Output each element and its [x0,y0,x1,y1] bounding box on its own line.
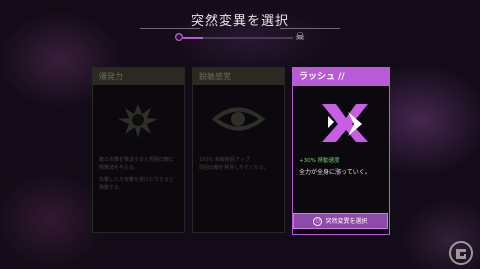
title-divider-right [280,28,340,29]
card-line: 攻撃したり攻撃を受けたりすると発動する。 [99,177,175,191]
title-divider-left [140,28,200,29]
select-mutation-button[interactable]: ○ 突然変異を選択 [293,213,388,229]
mutation-progress: ● ☠ [175,30,305,43]
card-stat: +30% 移動速度 [299,158,340,164]
card-line: 周囲の敵を発見しやすくなる。 [199,165,269,171]
mutation-card-explosive[interactable]: 爆発力 敵の攻撃を撃退すると周囲の敵に衝撃波を与える。 攻撃したり攻撃を受けたり… [92,67,185,233]
card-description: 全力が全身に漲っていく。 [299,169,371,176]
rush-icon [322,104,368,142]
eye-icon [211,107,266,131]
card-title: ラッシュ // [293,68,389,86]
explosion-icon [118,104,158,138]
mutation-card-rush[interactable]: ラッシュ // +30% 移動速度 全力が全身に漲っていく。 [292,67,390,235]
card-line: 100% 索敵範囲アップ [199,157,250,163]
card-description: 100% 索敵範囲アップ 周囲の敵を発見しやすくなる。 [199,156,278,172]
progress-start-icon: ● [175,33,183,41]
card-title: 鋭敏感覚 [193,68,284,85]
select-button-label: 突然変異を選択 [325,218,368,225]
card-description: 敵の攻撃を撃退すると周囲の敵に衝撃波を与える。 攻撃したり攻撃を受けたりすると発… [99,156,178,192]
skull-icon: ☠ [295,30,305,43]
mutation-card-senses[interactable]: 鋭敏感覚 100% 索敵範囲アップ 周囲の敵を発見しやすくなる。 [192,67,285,233]
title-bar: 突然変異を選択 [0,10,480,29]
circle-button-icon: ○ [313,217,323,226]
page-title: 突然変異を選択 [190,14,289,29]
gamer-logo-icon [449,241,473,265]
card-title: 爆発力 [93,68,184,85]
progress-fill [183,37,203,39]
card-line: 敵の攻撃を撃退すると周囲の敵に衝撃波を与える。 [99,157,175,171]
